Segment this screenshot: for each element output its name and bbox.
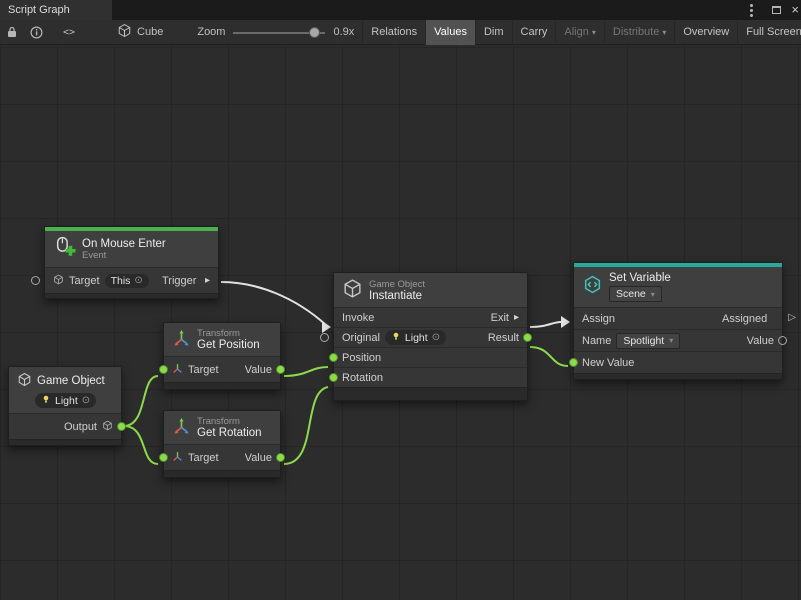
light-icon xyxy=(391,331,401,344)
output-label: Output xyxy=(64,421,97,433)
toolbar-button-dim[interactable]: Dim xyxy=(475,20,512,45)
this-value-chip[interactable]: This ⊙ xyxy=(105,274,149,288)
name-label: Name xyxy=(582,335,611,347)
new-value-input-port[interactable] xyxy=(569,358,578,367)
position-label: Position xyxy=(342,352,381,364)
lock-icon[interactable] xyxy=(0,20,24,45)
cube-icon xyxy=(342,278,363,302)
node-set-variable[interactable]: Set Variable Scene ▾ Assign Assigned ▷ N… xyxy=(573,262,783,380)
output-port[interactable] xyxy=(117,422,126,431)
chevron-down-icon: ▾ xyxy=(592,20,596,45)
chevron-down-icon: ▾ xyxy=(651,290,655,299)
value-label: Value xyxy=(245,452,272,464)
exit-label: Exit xyxy=(491,312,509,324)
assigned-label: Assigned xyxy=(722,313,774,325)
toolbar-button-carry[interactable]: Carry xyxy=(512,20,556,45)
value-label: Value xyxy=(245,364,272,376)
trigger-output-port[interactable]: ▸ xyxy=(205,276,210,286)
rotation-label: Rotation xyxy=(342,372,383,384)
info-icon[interactable] xyxy=(24,20,49,45)
target-input-port[interactable] xyxy=(159,453,168,462)
node-on-mouse-enter[interactable]: On Mouse Enter Event Target This ⊙ Trigg… xyxy=(44,226,219,299)
target-input-port[interactable] xyxy=(159,365,168,374)
toolbar-button-fullscreen[interactable]: Full Screen xyxy=(737,20,801,45)
node-instantiate[interactable]: Game Object Instantiate Invoke Exit ▸ Or… xyxy=(333,272,528,401)
node-category: Transform xyxy=(197,328,271,339)
node-get-position[interactable]: Transform Get Position Target Value xyxy=(163,322,281,390)
target-input-port[interactable] xyxy=(31,276,40,285)
original-input-port[interactable] xyxy=(320,333,329,342)
target-label: Target xyxy=(188,364,219,376)
node-title: On Mouse Enter xyxy=(82,238,166,250)
node-subtitle: Event xyxy=(82,250,166,261)
node-title: Set Variable xyxy=(609,272,671,284)
cube-icon xyxy=(117,23,132,41)
tab-strip: Script Graph × xyxy=(0,0,801,20)
toolbar-button-relations[interactable]: Relations xyxy=(362,20,425,45)
zoom-slider[interactable] xyxy=(233,20,325,45)
light-value-chip[interactable]: Light ⊙ xyxy=(385,330,446,345)
variable-icon xyxy=(582,274,603,298)
value-output-port[interactable] xyxy=(276,453,285,462)
position-input-port[interactable] xyxy=(329,353,338,362)
transform-icon xyxy=(172,329,191,351)
transform-type-icon xyxy=(172,363,183,377)
graph-toolbar: <> Cube Zoom 0.9x Relations Values Dim C… xyxy=(0,20,801,45)
value-label: Value xyxy=(747,335,774,347)
code-icon[interactable]: <> xyxy=(57,20,81,45)
node-title: Instantiate xyxy=(369,290,425,302)
toolbar-button-values[interactable]: Values xyxy=(425,20,475,45)
toolbar-button-align[interactable]: Align▾ xyxy=(555,20,603,45)
zoom-slider-handle[interactable] xyxy=(309,27,320,38)
trigger-label: Trigger xyxy=(162,275,200,287)
toolbar-button-overview[interactable]: Overview xyxy=(674,20,737,45)
light-value-chip[interactable]: Light ⊙ xyxy=(35,393,96,408)
result-label: Result xyxy=(488,332,519,344)
scope-dropdown[interactable]: Scene ▾ xyxy=(609,286,662,302)
node-game-object-light[interactable]: Game Object Light ⊙ Output xyxy=(8,366,122,446)
chevron-down-icon: ▾ xyxy=(669,336,673,345)
gameobject-type-icon xyxy=(53,274,64,288)
graph-name-label: Cube xyxy=(137,26,163,38)
result-output-port[interactable] xyxy=(523,333,532,342)
object-picker-icon[interactable]: ⊙ xyxy=(432,333,440,343)
assigned-output-port[interactable]: ▷ xyxy=(788,313,796,323)
toolbar-button-distribute[interactable]: Distribute▾ xyxy=(604,20,674,45)
node-category: Game Object xyxy=(369,279,425,290)
node-category: Transform xyxy=(197,416,271,427)
gameobject-type-icon xyxy=(102,420,113,434)
graph-name[interactable]: Cube xyxy=(117,23,163,41)
exit-output-port[interactable]: ▸ xyxy=(514,313,519,323)
transform-icon xyxy=(172,417,191,439)
object-picker-icon[interactable]: ⊙ xyxy=(134,276,142,286)
tab-script-graph[interactable]: Script Graph xyxy=(0,0,112,20)
zoom-label: Zoom xyxy=(197,26,225,38)
value-output-port[interactable] xyxy=(276,365,285,374)
original-label: Original xyxy=(342,332,380,344)
assign-label: Assign xyxy=(582,313,615,325)
mouse-event-icon xyxy=(53,236,76,262)
cube-icon xyxy=(17,372,32,390)
node-get-rotation[interactable]: Transform Get Rotation Target Value xyxy=(163,410,281,478)
node-title: Game Object xyxy=(37,375,113,387)
object-picker-icon[interactable]: ⊙ xyxy=(82,396,90,406)
zoom-value: 0.9x xyxy=(333,26,354,38)
target-label: Target xyxy=(188,452,219,464)
node-title: Get Rotation xyxy=(197,427,271,439)
new-value-label: New Value xyxy=(582,357,634,369)
chevron-down-icon: ▾ xyxy=(662,20,666,45)
transform-type-icon xyxy=(172,451,183,465)
node-title: Get Position xyxy=(197,339,271,351)
light-icon xyxy=(41,394,51,407)
rotation-input-port[interactable] xyxy=(329,373,338,382)
variable-name-dropdown[interactable]: Spotlight ▾ xyxy=(616,333,680,349)
close-icon[interactable]: × xyxy=(791,0,799,20)
target-label: Target xyxy=(69,275,100,287)
maximize-icon[interactable] xyxy=(772,6,781,14)
invoke-label: Invoke xyxy=(342,312,374,324)
value-output-port[interactable] xyxy=(778,336,787,345)
